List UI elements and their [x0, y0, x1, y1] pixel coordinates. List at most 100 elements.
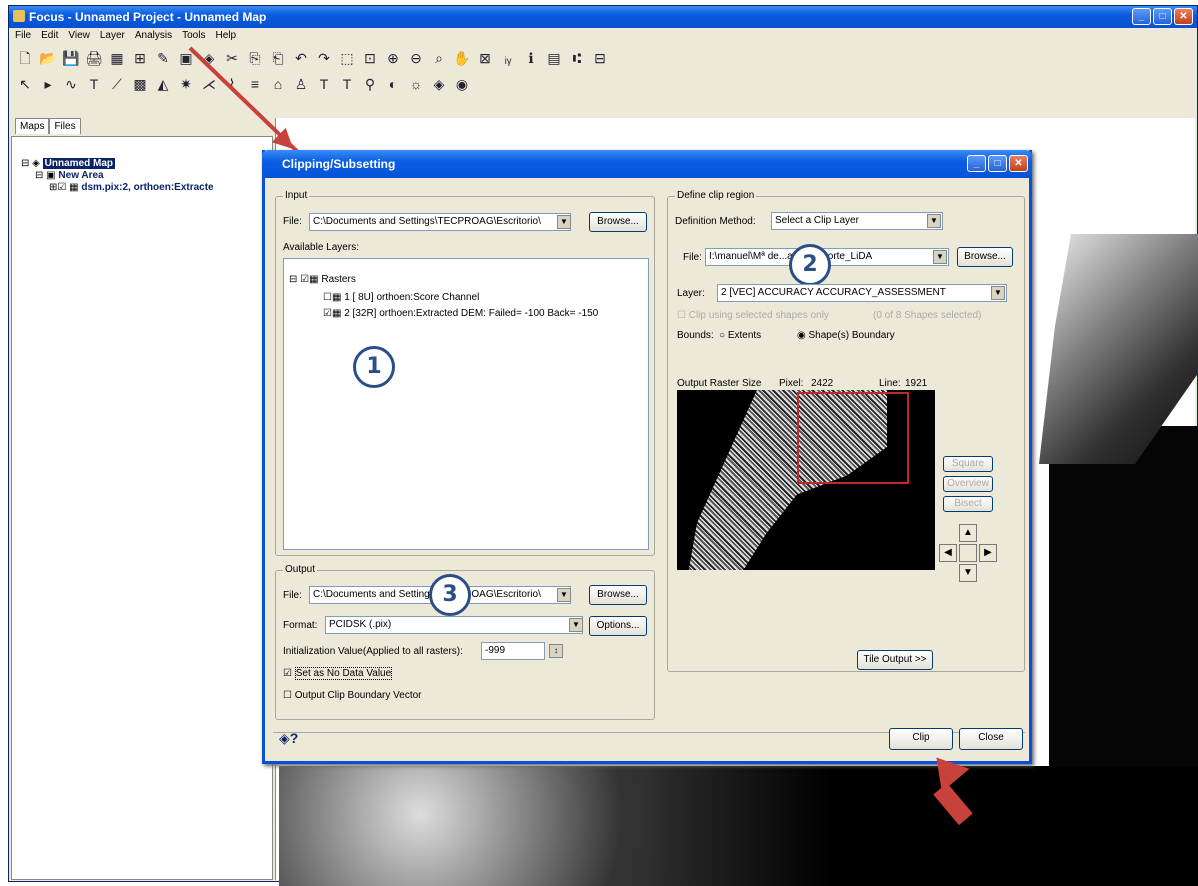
toolbar2-tool-13-icon[interactable]: T [314, 74, 334, 94]
menu-view[interactable]: View [68, 30, 90, 42]
toolbar1-tool-11-icon[interactable]: ⎗ [268, 48, 288, 68]
toolbar2-tool-15-icon[interactable]: ⚲ [360, 74, 380, 94]
chevron-down-icon[interactable]: ▼ [933, 250, 947, 264]
tab-maps[interactable]: Maps [15, 118, 50, 134]
dialog-minimize-button[interactable]: _ [967, 155, 986, 172]
toolbar1-tool-6-icon[interactable]: ✎ [153, 48, 173, 68]
clip-layer-select[interactable]: 2 [VEC] ACCURACY ACCURACY_ASSESSMENT [717, 284, 1007, 302]
input-file-field[interactable]: C:\Documents and Settings\TECPROAG\Escri… [309, 213, 571, 231]
tile-output-button[interactable]: Tile Output >> [857, 650, 933, 670]
toolbar1-tool-10-icon[interactable]: ⎘ [245, 48, 265, 68]
toolbar1-tool-25-icon[interactable]: ⊟ [590, 48, 610, 68]
toolbar1-tool-14-icon[interactable]: ⬚ [337, 48, 357, 68]
overview-button[interactable]: Overview [943, 476, 993, 492]
clip-preview[interactable] [677, 390, 935, 570]
menu-help[interactable]: Help [215, 30, 236, 42]
definition-method-select[interactable]: Select a Clip Layer [771, 212, 943, 230]
toolbar2-tool-4-icon[interactable]: ⟋ [107, 74, 127, 94]
menu-layer[interactable]: Layer [100, 30, 125, 42]
menu-edit[interactable]: Edit [41, 30, 58, 42]
toolbar2-tool-16-icon[interactable]: ◐ [383, 74, 403, 94]
clip-button[interactable]: Clip [889, 728, 953, 750]
chevron-down-icon[interactable]: ▼ [557, 588, 571, 602]
toolbar1-tool-16-icon[interactable]: ⊕ [383, 48, 403, 68]
toolbar1-tool-0-icon[interactable]: 🗋 [15, 48, 35, 68]
pan-left-button[interactable]: ◀ [939, 544, 957, 562]
toolbar2-tool-19-icon[interactable]: ◉ [452, 74, 472, 94]
dialog-close-button[interactable]: ✕ [1009, 155, 1028, 172]
toolbar1-tool-2-icon[interactable]: 💾 [61, 48, 81, 68]
toolbar2-tool-0-icon[interactable]: ↖ [15, 74, 35, 94]
rasters-node[interactable]: ⊟ ☑▦ Rasters [289, 274, 356, 285]
tree-layer[interactable]: ⊞☑ ▦ dsm.pix:2, orthoen:Extracte [21, 182, 214, 194]
format-select[interactable]: PCIDSK (.pix) [325, 616, 583, 634]
close-button[interactable]: Close [959, 728, 1023, 750]
preview-clip-rectangle[interactable] [797, 392, 909, 484]
pan-center-button[interactable] [959, 544, 977, 562]
dialog-maximize-button[interactable]: □ [988, 155, 1007, 172]
toolbar2-tool-18-icon[interactable]: ◈ [429, 74, 449, 94]
input-browse-button[interactable]: Browse... [589, 212, 647, 232]
tree-root-label[interactable]: Unnamed Map [42, 158, 115, 169]
toolbar1-tool-22-icon[interactable]: ℹ [521, 48, 541, 68]
toolbar1-tool-9-icon[interactable]: ✂ [222, 48, 242, 68]
help-icon[interactable]: ◈? [279, 730, 298, 747]
output-clip-checkbox[interactable]: ☐ Output Clip Boundary Vector [283, 690, 422, 701]
shape-boundary-radio[interactable]: ◉ Shape(s) Boundary [797, 330, 895, 341]
tree-root[interactable]: ⊟ ◈ Unnamed Map [21, 158, 214, 170]
menu-analysis[interactable]: Analysis [135, 30, 172, 42]
pan-down-button[interactable]: ▼ [959, 564, 977, 582]
options-button[interactable]: Options... [589, 616, 647, 636]
minimize-button[interactable]: _ [1132, 8, 1151, 25]
toolbar1-tool-19-icon[interactable]: ✋ [452, 48, 472, 68]
toolbar1-tool-5-icon[interactable]: ⊞ [130, 48, 150, 68]
toolbar1-tool-13-icon[interactable]: ↷ [314, 48, 334, 68]
chevron-down-icon[interactable]: ▼ [991, 286, 1005, 300]
toolbar1-tool-1-icon[interactable]: 📂 [38, 48, 58, 68]
menu-tools[interactable]: Tools [182, 30, 205, 42]
pan-up-button[interactable]: ▲ [959, 524, 977, 542]
toolbar1-tool-12-icon[interactable]: ↶ [291, 48, 311, 68]
square-button[interactable]: Square [943, 456, 993, 472]
extents-radio[interactable]: ○ Extents [719, 330, 761, 341]
tree-area[interactable]: ⊟ ▣ New Area [21, 170, 214, 182]
set-nodata-checkbox[interactable]: ☑ Set as No Data Value [283, 667, 393, 680]
clip-browse-button[interactable]: Browse... [957, 247, 1013, 267]
toolbar2-tool-6-icon[interactable]: ◭ [153, 74, 173, 94]
init-value-field[interactable]: -999 [481, 642, 545, 660]
toolbar1-tool-4-icon[interactable]: ▦ [107, 48, 127, 68]
bisect-button[interactable]: Bisect [943, 496, 993, 512]
toolbar2-tool-1-icon[interactable]: ▸ [38, 74, 58, 94]
toolbar1-tool-24-icon[interactable]: ⑆ [567, 48, 587, 68]
toolbar2-tool-14-icon[interactable]: T [337, 74, 357, 94]
chevron-down-icon[interactable]: ▼ [557, 215, 571, 229]
chevron-down-icon[interactable]: ▼ [927, 214, 941, 228]
menu-file[interactable]: File [15, 30, 31, 42]
output-browse-button[interactable]: Browse... [589, 585, 647, 605]
chevron-down-icon[interactable]: ▼ [569, 618, 583, 632]
layer-item-2[interactable]: ☑▦ 2 [32R] orthoen:Extracted DEM: Failed… [323, 308, 598, 319]
toolbar2-tool-11-icon[interactable]: ⌂ [268, 74, 288, 94]
toolbar1-tool-21-icon[interactable]: ᵢᵧ [498, 48, 518, 68]
toolbar2-tool-8-icon[interactable]: ⋌ [199, 74, 219, 94]
maximize-button[interactable]: □ [1153, 8, 1172, 25]
toolbar2-tool-5-icon[interactable]: ▩ [130, 74, 150, 94]
toolbar2-tool-3-icon[interactable]: T [84, 74, 104, 94]
toolbar1-tool-15-icon[interactable]: ⊡ [360, 48, 380, 68]
init-value-stepper[interactable]: ↕ [549, 644, 563, 658]
tab-files[interactable]: Files [49, 118, 81, 134]
toolbar1-tool-20-icon[interactable]: ⊠ [475, 48, 495, 68]
close-window-button[interactable]: ✕ [1174, 8, 1193, 25]
toolbar1-tool-17-icon[interactable]: ⊖ [406, 48, 426, 68]
toolbar2-tool-10-icon[interactable]: ≡ [245, 74, 265, 94]
toolbar1-tool-23-icon[interactable]: ▤ [544, 48, 564, 68]
toolbar1-tool-18-icon[interactable]: ⌕ [429, 48, 449, 68]
pan-right-button[interactable]: ▶ [979, 544, 997, 562]
toolbar1-tool-3-icon[interactable]: 🖨 [84, 48, 104, 68]
layer-item-1[interactable]: ☐▦ 1 [ 8U] orthoen:Score Channel [323, 292, 479, 303]
toolbar2-tool-12-icon[interactable]: ♙ [291, 74, 311, 94]
toolbar2-tool-2-icon[interactable]: ∿ [61, 74, 81, 94]
toolbar2-tool-7-icon[interactable]: ✷ [176, 74, 196, 94]
clip-selected-checkbox[interactable]: ☐ Clip using selected shapes only [677, 310, 829, 321]
toolbar2-tool-17-icon[interactable]: ☼ [406, 74, 426, 94]
